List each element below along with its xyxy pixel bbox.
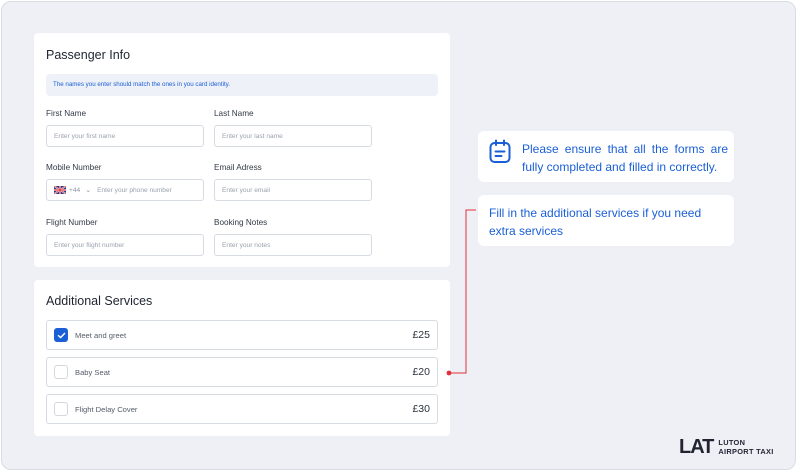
clipboard-icon — [489, 139, 511, 163]
additional-services-title: Additional Services — [46, 294, 153, 308]
checkmark-icon — [57, 332, 66, 339]
forms-tip-text: Please ensure that all the forms are ful… — [522, 142, 728, 174]
mobile-number-input[interactable]: Enter your phone number — [97, 187, 172, 194]
brand-logo: LAT LUTON AIRPORT TAXI — [679, 436, 774, 459]
services-tip-text: Fill in the additional services if you n… — [489, 206, 702, 238]
service-name: Baby Seat — [75, 368, 111, 377]
mobile-number-label: Mobile Number — [46, 163, 102, 172]
page-frame: Passenger Info The names you enter shoul… — [1, 1, 796, 470]
first-name-input[interactable]: Enter your first name — [46, 125, 204, 147]
first-name-label: First Name — [46, 109, 87, 118]
flight-number-label: Flight Number — [46, 218, 98, 227]
last-name-input[interactable]: Enter your last name — [214, 125, 372, 147]
baby-seat-checkbox[interactable] — [54, 365, 68, 379]
service-price: £25 — [412, 329, 430, 341]
services-tip-callout: Fill in the additional services if you n… — [478, 195, 734, 246]
last-name-label: Last Name — [214, 109, 254, 118]
chevron-down-icon: ⌄ — [85, 187, 92, 194]
logo-line-2: AIRPORT TAXI — [718, 446, 774, 456]
booking-notes-label: Booking Notes — [214, 218, 268, 227]
forms-tip-callout: Please ensure that all the forms are ful… — [478, 131, 734, 182]
booking-notes-input[interactable]: Enter your notes — [214, 234, 372, 256]
passenger-info-title: Passenger Info — [46, 48, 131, 62]
service-baby-seat[interactable]: Baby Seat £20 — [46, 357, 438, 387]
meet-and-greet-checkbox[interactable] — [54, 328, 68, 342]
email-input[interactable]: Enter your email — [214, 179, 372, 201]
additional-services-card: Additional Services Meet and greet £25 B… — [34, 280, 450, 436]
uk-flag-icon — [54, 186, 66, 194]
identity-notice: The names you enter should match the one… — [46, 74, 438, 96]
flight-delay-cover-checkbox[interactable] — [54, 402, 68, 416]
email-label: Email Adress — [214, 163, 262, 172]
passenger-info-card: Passenger Info The names you enter shoul… — [34, 33, 450, 267]
service-flight-delay-cover[interactable]: Flight Delay Cover £30 — [46, 394, 438, 424]
logo-mark: LAT — [679, 436, 714, 458]
service-name: Meet and greet — [75, 331, 127, 340]
country-code: +44 — [69, 186, 81, 194]
service-price: £30 — [412, 403, 430, 415]
logo-wordmark: LUTON AIRPORT TAXI — [718, 438, 774, 456]
service-price: £20 — [412, 366, 430, 378]
country-code-selector[interactable]: +44 ⌄ — [54, 186, 91, 194]
mobile-number-field: +44 ⌄ Enter your phone number — [46, 179, 204, 201]
service-name: Flight Delay Cover — [75, 405, 138, 414]
service-meet-and-greet[interactable]: Meet and greet £25 — [46, 320, 438, 350]
flight-number-input[interactable]: Enter your flight number — [46, 234, 204, 256]
